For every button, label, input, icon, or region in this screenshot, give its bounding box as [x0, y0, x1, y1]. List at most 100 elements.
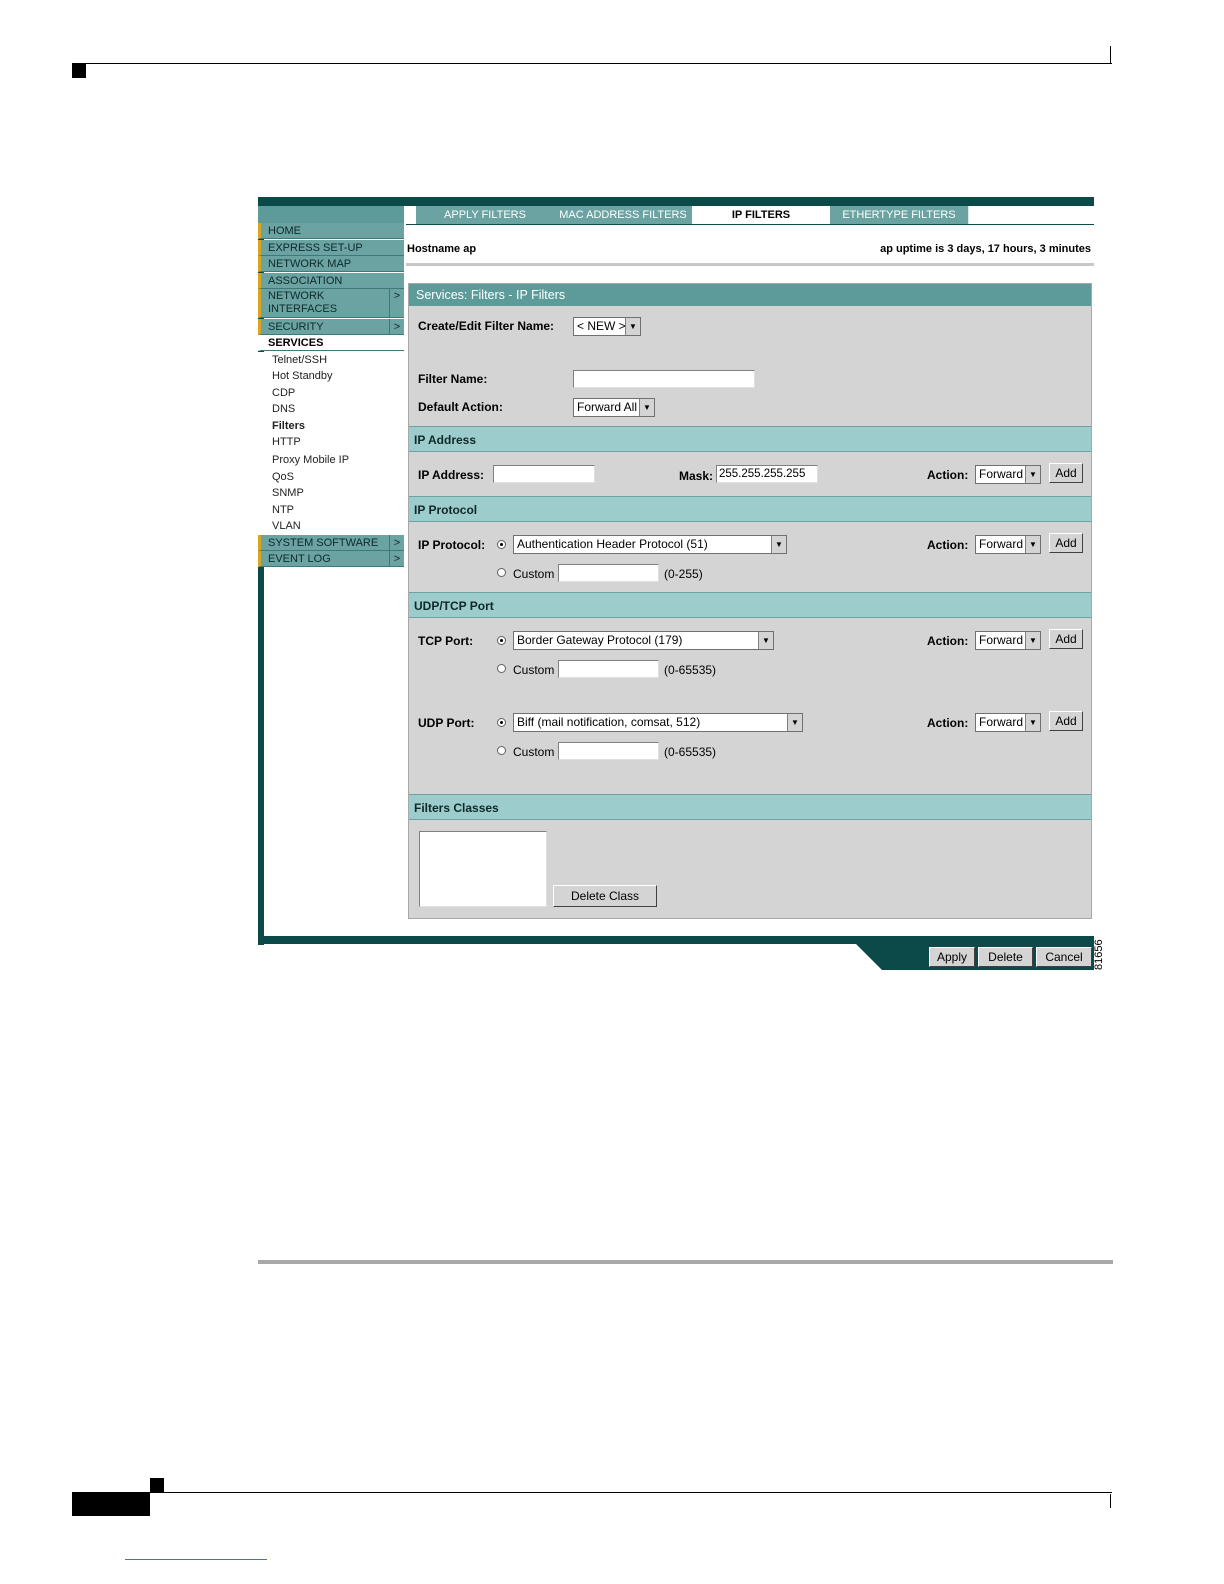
nav-item-express-setup[interactable]: EXPRESS SET-UP [258, 239, 404, 256]
nav-sub-dns[interactable]: DNS [258, 401, 404, 418]
select-value: Biff (mail notification, comsat, 512) [517, 715, 701, 729]
page-footer-tick [1110, 1494, 1111, 1508]
nav-sub-ntp[interactable]: NTP [258, 501, 404, 518]
mask-input[interactable] [716, 465, 818, 483]
nav-item-network-map[interactable]: NETWORK MAP [258, 256, 404, 272]
tcp-add-button[interactable]: Add [1049, 629, 1083, 649]
nav-item-label: NETWORK MAP [268, 258, 352, 270]
chevron-down-icon[interactable]: ▼ [639, 399, 654, 416]
ip-address-input[interactable] [493, 465, 595, 483]
chevron-down-icon[interactable]: ▼ [787, 714, 802, 731]
tab-ip-filters[interactable]: IP FILTERS [692, 206, 831, 224]
tcp-port-range: (0-65535) [664, 663, 717, 677]
header-rule [406, 263, 1094, 266]
udp-action-label: Action: [927, 716, 969, 730]
filter-name-input[interactable] [573, 370, 755, 388]
expand-arrow-icon[interactable]: > [389, 551, 404, 566]
panel-title: Services: Filters - IP Filters [409, 284, 1091, 306]
nav-sub-http[interactable]: HTTP [258, 434, 404, 451]
default-action-select[interactable]: Forward All ▼ [573, 398, 655, 417]
select-value: Forward [979, 633, 1024, 647]
page-footer-rule [72, 1492, 1112, 1493]
apply-button[interactable]: Apply [929, 947, 975, 967]
udp-port-select[interactable]: Biff (mail notification, comsat, 512) ▼ [513, 713, 803, 732]
tcp-port-label: TCP Port: [418, 634, 474, 648]
ip-address-add-button[interactable]: Add [1049, 463, 1083, 483]
tab-ethertype-filters[interactable]: ETHERTYPE FILTERS [830, 206, 969, 224]
delete-button[interactable]: Delete [978, 947, 1033, 967]
section-separator [258, 1260, 1113, 1264]
chevron-down-icon[interactable]: ▼ [625, 318, 640, 335]
filter-classes-list[interactable] [419, 831, 547, 907]
ip-protocol-add-button[interactable]: Add [1049, 533, 1083, 553]
nav-sub-hot-standby[interactable]: Hot Standby [258, 368, 404, 385]
nav-item-services[interactable]: SERVICES [258, 335, 404, 351]
ip-protocol-select[interactable]: Authentication Header Protocol (51) ▼ [513, 535, 787, 554]
expand-arrow-icon[interactable]: > [389, 289, 404, 317]
nav-item-association[interactable]: ASSOCIATION [258, 272, 404, 289]
tcp-port-custom-input[interactable] [558, 660, 659, 678]
ip-protocol-label: IP Protocol: [418, 538, 486, 552]
chevron-down-icon[interactable]: ▼ [758, 632, 773, 649]
nav-sub-vlan[interactable]: VLAN [258, 518, 404, 535]
ip-protocol-action-select[interactable]: Forward ▼ [975, 535, 1041, 554]
tcp-action-label: Action: [927, 634, 969, 648]
tcp-port-list-radio[interactable] [497, 636, 506, 645]
footer-link-underline[interactable] [125, 1559, 267, 1560]
ip-address-action-label: Action: [927, 468, 969, 482]
default-action-label: Default Action: [418, 400, 503, 414]
filter-name-select[interactable]: < NEW > ▼ [573, 317, 641, 336]
nav-item-event-log[interactable]: EVENT LOG > [258, 551, 404, 567]
chevron-down-icon[interactable]: ▼ [1025, 536, 1040, 553]
mask-label: Mask: [679, 469, 714, 483]
tcp-port-select[interactable]: Border Gateway Protocol (179) ▼ [513, 631, 774, 650]
nav-item-security[interactable]: SECURITY > [258, 318, 404, 335]
udp-port-range: (0-65535) [664, 745, 717, 759]
nav-item-label: SECURITY [268, 320, 324, 333]
nav-item-label: ASSOCIATION [268, 274, 343, 287]
select-value: Border Gateway Protocol (179) [517, 633, 683, 647]
udp-port-label: UDP Port: [418, 716, 475, 730]
chevron-down-icon[interactable]: ▼ [1025, 466, 1040, 483]
chevron-down-icon[interactable]: ▼ [1025, 632, 1040, 649]
udp-port-list-radio[interactable] [497, 718, 506, 727]
nav-sub-telnet-ssh[interactable]: Telnet/SSH [258, 351, 404, 368]
nav-item-system-software[interactable]: SYSTEM SOFTWARE > [258, 534, 404, 551]
ip-protocol-custom-radio[interactable] [497, 568, 506, 577]
nav-sub-proxy-mobile-ip[interactable]: Proxy Mobile IP [258, 450, 404, 469]
udp-add-button[interactable]: Add [1049, 711, 1083, 731]
nav-header [258, 206, 404, 223]
udp-action-select[interactable]: Forward ▼ [975, 713, 1041, 732]
custom-label: Custom [513, 745, 555, 759]
tcp-port-custom-radio[interactable] [497, 664, 506, 673]
ip-protocol-list-radio[interactable] [497, 540, 506, 549]
chevron-down-icon[interactable]: ▼ [771, 536, 786, 553]
expand-arrow-icon[interactable]: > [389, 534, 404, 550]
delete-class-button[interactable]: Delete Class [553, 885, 657, 907]
page-footer-block [72, 1492, 150, 1516]
nav-sub-qos[interactable]: QoS [258, 468, 404, 485]
cancel-button[interactable]: Cancel [1036, 947, 1092, 967]
nav-sub-snmp[interactable]: SNMP [258, 485, 404, 502]
tab-mac-address-filters[interactable]: MAC ADDRESS FILTERS [554, 206, 693, 224]
nav-item-label: HOME [268, 225, 301, 237]
nav-item-home[interactable]: HOME [258, 223, 404, 239]
udp-tcp-heading: UDP/TCP Port [409, 592, 1091, 618]
nav-item-network-interfaces[interactable]: NETWORK INTERFACES > [258, 289, 404, 318]
nav-sub-filters[interactable]: Filters [258, 417, 404, 434]
select-value: Forward [979, 467, 1024, 481]
udp-port-custom-input[interactable] [558, 742, 659, 760]
expand-arrow-icon[interactable]: > [389, 318, 404, 334]
chevron-down-icon[interactable]: ▼ [1025, 714, 1040, 731]
ip-filters-panel: Services: Filters - IP Filters Create/Ed… [408, 283, 1092, 919]
ip-protocol-custom-input[interactable] [558, 564, 659, 582]
select-value: Forward All [577, 400, 638, 414]
udp-port-custom-radio[interactable] [497, 746, 506, 755]
select-value: Forward [979, 537, 1024, 551]
nav-item-label: SERVICES [268, 337, 324, 349]
page-footer-marker [150, 1478, 164, 1492]
ip-address-action-select[interactable]: Forward ▼ [975, 465, 1041, 484]
nav-sub-cdp[interactable]: CDP [258, 384, 404, 401]
tcp-action-select[interactable]: Forward ▼ [975, 631, 1041, 650]
tab-apply-filters[interactable]: APPLY FILTERS [416, 206, 555, 224]
